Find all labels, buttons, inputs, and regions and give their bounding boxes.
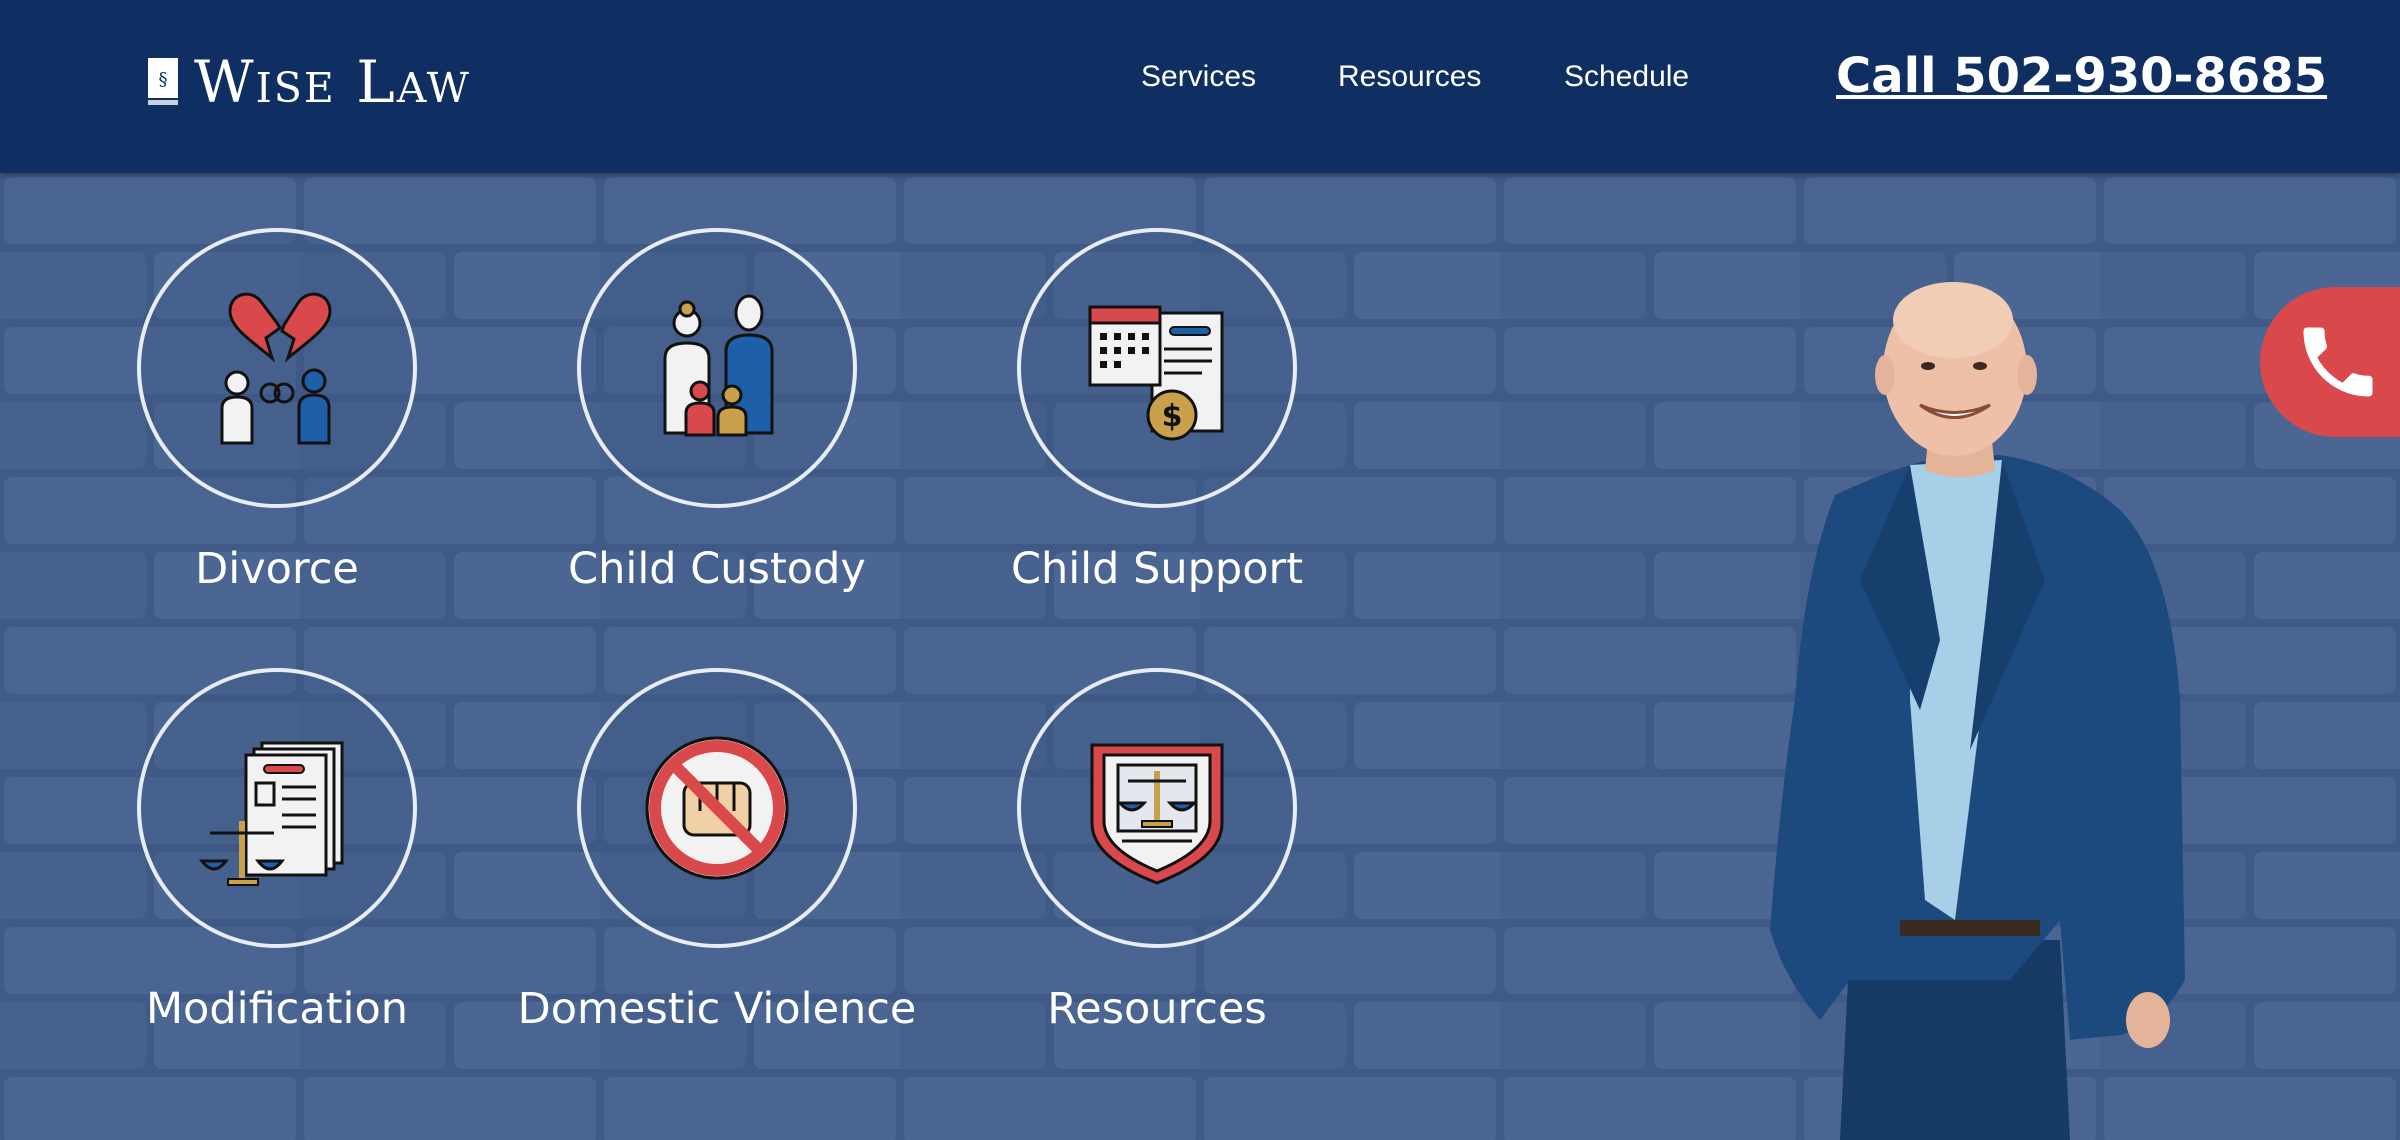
logo[interactable]: § Wise Law (146, 48, 471, 116)
book-logo-icon: § (148, 58, 178, 105)
call-button[interactable] (2260, 287, 2400, 437)
service-label: Modification (145, 984, 409, 1034)
call-phone-link[interactable]: Call 502-930-8685 (1836, 48, 2327, 104)
service-label: Divorce (195, 544, 359, 594)
service-label: Child Support (1010, 544, 1304, 594)
service-divorce[interactable]: Divorce (57, 228, 497, 594)
broken-heart-couple-icon (220, 292, 332, 445)
no-violence-fist-icon (645, 736, 789, 880)
scales-shield-icon (1090, 743, 1224, 885)
site-header: § Wise Law Services Resources Schedule C… (0, 0, 2400, 173)
service-resources[interactable]: Resources (937, 668, 1377, 1034)
service-circle: $ (1017, 228, 1297, 508)
attorney-photo (1770, 282, 2185, 1140)
service-label: Resources (1047, 984, 1267, 1034)
service-child-support[interactable]: $ Child Support (937, 228, 1377, 594)
family-icon (663, 294, 774, 437)
legal-documents-scales-icon (198, 741, 344, 886)
nav-schedule[interactable]: Schedule (1564, 60, 1689, 94)
nav-resources[interactable]: Resources (1338, 60, 1481, 94)
nav-services[interactable]: Services (1141, 60, 1256, 94)
svg-text:$: $ (1162, 399, 1183, 434)
service-circle (1017, 668, 1297, 948)
service-modification[interactable]: Modification (57, 668, 497, 1034)
service-domestic-violence[interactable]: Domestic Violence (497, 668, 937, 1034)
phone-icon (2303, 327, 2373, 397)
service-circle (577, 668, 857, 948)
service-circle (577, 228, 857, 508)
brand-name: Wise Law (194, 48, 471, 116)
service-child-custody[interactable]: Child Custody (497, 228, 937, 594)
service-circle (137, 228, 417, 508)
book-glyph: § (159, 69, 168, 90)
calendar-invoice-coin-icon: $ (1088, 305, 1224, 441)
service-circle (137, 668, 417, 948)
service-label: Domestic Violence (517, 984, 917, 1034)
service-label: Child Custody (568, 544, 866, 594)
